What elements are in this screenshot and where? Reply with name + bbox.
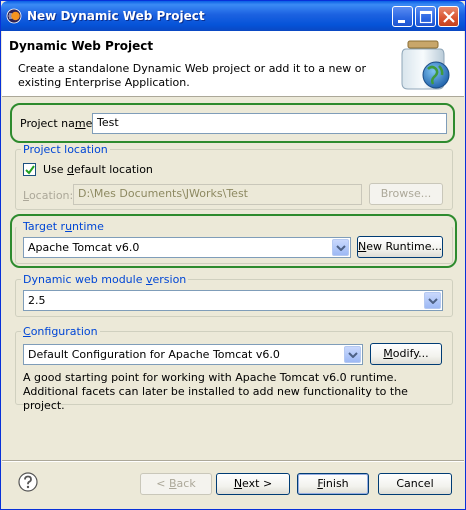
target-runtime-value: Apache Tomcat v6.0 <box>28 241 140 254</box>
minimize-icon <box>398 20 405 23</box>
checkmark-icon <box>25 165 35 175</box>
close-button[interactable] <box>438 6 459 27</box>
next-button[interactable]: Next > <box>216 473 290 495</box>
configuration-description: A good starting point for working with A… <box>23 371 408 412</box>
target-runtime-select[interactable]: Apache Tomcat v6.0 <box>23 237 351 258</box>
dropdown-arrow-icon[interactable] <box>344 346 361 363</box>
page-title: Dynamic Web Project <box>9 39 154 53</box>
configuration-value: Default Configuration for Apache Tomcat … <box>28 348 280 361</box>
window-title: New Dynamic Web Project <box>27 9 205 23</box>
configuration-label: Configuration <box>21 325 100 338</box>
use-default-location-checkbox[interactable] <box>23 163 36 176</box>
cancel-button[interactable]: Cancel <box>378 473 452 495</box>
modify-button[interactable]: Modify... <box>370 343 442 365</box>
project-location-label: Project location <box>21 143 110 156</box>
close-icon <box>443 11 455 23</box>
dropdown-arrow-icon[interactable] <box>424 292 441 309</box>
module-version-label: Dynamic web module version <box>21 273 189 286</box>
module-version-value: 2.5 <box>28 294 46 307</box>
minimize-button[interactable] <box>392 6 413 27</box>
eclipse-icon <box>6 8 22 24</box>
maximize-button[interactable] <box>415 6 436 27</box>
wizard-header: Dynamic Web Project Create a standalone … <box>2 31 464 97</box>
maximize-icon <box>419 10 433 24</box>
new-runtime-button[interactable]: New Runtime... <box>357 236 443 258</box>
location-label: Location: <box>23 189 74 202</box>
title-bar[interactable]: New Dynamic Web Project <box>1 1 465 31</box>
use-default-location-label[interactable]: Use default location <box>43 163 153 176</box>
project-name-label: Project name: <box>20 117 97 130</box>
configuration-select[interactable]: Default Configuration for Apache Tomcat … <box>23 344 363 365</box>
help-icon[interactable] <box>18 472 38 492</box>
finish-button[interactable]: Finish <box>297 473 369 495</box>
footer-separator <box>2 460 464 462</box>
browse-button[interactable]: Browse... <box>369 183 443 205</box>
module-version-select[interactable]: 2.5 <box>23 290 443 311</box>
web-project-jar-icon <box>401 40 450 90</box>
dropdown-arrow-icon[interactable] <box>332 239 349 256</box>
location-input[interactable]: D:\Mes Documents\JWorks\Test <box>73 184 362 205</box>
back-button[interactable]: < Back <box>140 473 212 495</box>
page-description: Create a standalone Dynamic Web project … <box>18 62 367 89</box>
target-runtime-label: Target runtime <box>21 220 106 233</box>
project-name-input[interactable]: Test <box>92 113 447 134</box>
dialog-window: New Dynamic Web Project Dynamic Web Proj… <box>0 0 466 510</box>
